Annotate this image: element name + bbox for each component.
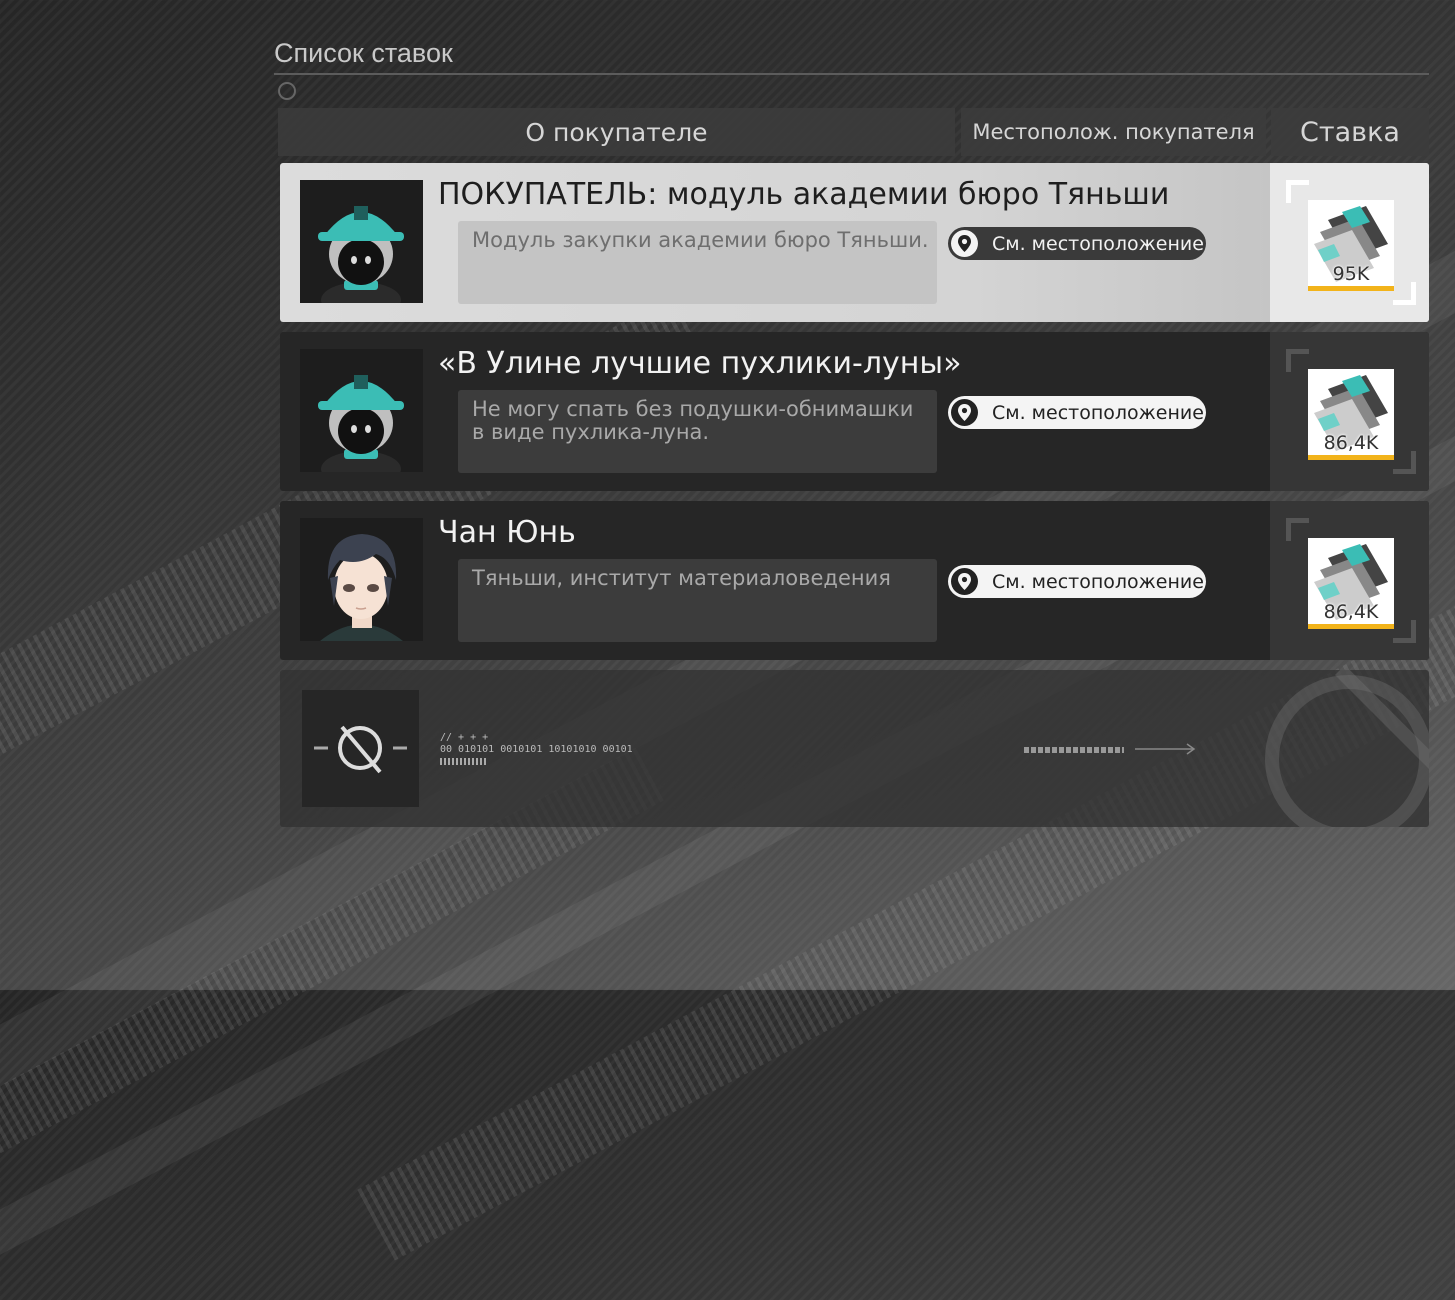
corner-bracket [1286, 349, 1309, 372]
arrow-right-icon [1135, 743, 1196, 755]
code-line-2: 00 010101 0010101 10101010 00101 [440, 744, 633, 755]
buyer-name: ПОКУПАТЕЛЬ: модуль академии бюро Тяньши [438, 177, 1170, 212]
bid-cell[interactable]: 86,4K [1270, 332, 1429, 491]
bid-row-2[interactable]: «В Улине лучшие пухлики-луны» Не могу сп… [280, 332, 1429, 491]
buyer-description-box: Тяньши, институт материаловедения [458, 559, 937, 642]
corner-bracket [1286, 180, 1309, 203]
view-location-button[interactable]: См. местоположение [948, 396, 1206, 429]
bid-cell[interactable]: 86,4K [1270, 501, 1429, 660]
buyer-description: Тяньши, институт материаловедения [472, 566, 891, 590]
glyph-decoration [1024, 747, 1124, 753]
buyer-name: Чан Юнь [438, 515, 576, 550]
bid-cell[interactable]: 95K [1270, 163, 1429, 322]
column-header-about: О покупателе [278, 108, 955, 156]
code-line-1: // + + + [440, 732, 489, 743]
buyer-description-box: Модуль закупки академии бюро Тяньши. [458, 221, 937, 304]
page-title: Список ставок [274, 38, 453, 68]
ring-icon [278, 82, 296, 100]
view-location-button[interactable]: См. местоположение [948, 227, 1206, 260]
bid-item-card[interactable]: 86,4K [1308, 369, 1394, 460]
view-location-label: См. местоположение [992, 570, 1204, 593]
buyer-description-box: Не могу спать без подушки-обнимашки в ви… [458, 390, 937, 473]
view-location-button[interactable]: См. местоположение [948, 565, 1206, 598]
location-pin-icon [951, 399, 978, 426]
corner-bracket [1393, 620, 1416, 643]
corner-bracket [1393, 451, 1416, 474]
bid-item-card[interactable]: 86,4K [1308, 538, 1394, 629]
corner-bracket [1393, 282, 1416, 305]
no-entry-icon [314, 725, 407, 774]
bid-value: 86,4K [1323, 432, 1379, 454]
bid-item-card[interactable]: 95K [1308, 200, 1394, 291]
barcode-decoration [440, 758, 488, 765]
empty-bid-slot: // + + + 00 010101 0010101 10101010 0010… [280, 670, 1429, 827]
no-entry-watermark-icon [1265, 675, 1429, 827]
bid-value: 95K [1332, 263, 1370, 285]
view-location-label: См. местоположение [992, 401, 1204, 424]
corner-bracket [1286, 518, 1309, 541]
buyer-description: Модуль закупки академии бюро Тяньши. [472, 228, 929, 252]
character-portrait-avatar [300, 518, 423, 641]
bid-row-1[interactable]: ПОКУПАТЕЛЬ: модуль академии бюро Тяньши … [280, 163, 1429, 322]
location-pin-icon [951, 568, 978, 595]
title-divider [274, 73, 1429, 75]
robot-helmet-avatar [300, 349, 423, 472]
buyer-description: Не могу спать без подушки-обнимашки в ви… [472, 397, 914, 444]
column-header-bid: Ставка [1271, 108, 1429, 156]
column-header-location: Местополож. покупателя [961, 108, 1266, 156]
bid-value: 86,4K [1323, 601, 1379, 623]
empty-slot-icon [302, 690, 419, 807]
bid-row-3[interactable]: Чан Юнь Тяньши, институт материаловедени… [280, 501, 1429, 660]
location-pin-icon [951, 230, 978, 257]
robot-helmet-avatar [300, 180, 423, 303]
buyer-name: «В Улине лучшие пухлики-луны» [438, 346, 962, 381]
view-location-label: См. местоположение [992, 232, 1204, 255]
